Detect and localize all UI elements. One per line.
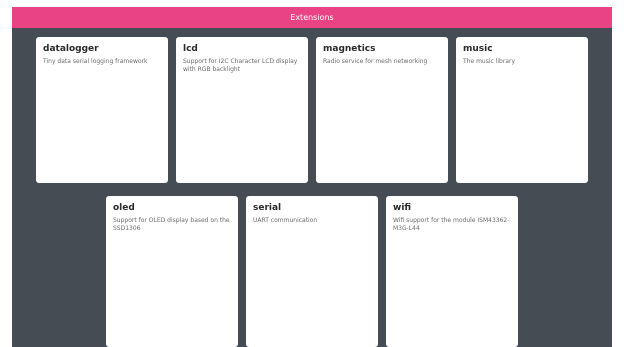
extension-card-description: Support for OLED display based on the SS… — [113, 217, 230, 232]
extensions-dialog: Extensions datalogger Tiny data serial l… — [12, 7, 612, 347]
extension-card-title: serial — [253, 203, 282, 213]
dialog-header: Extensions — [12, 7, 612, 28]
extension-card-music[interactable]: music The music library — [456, 37, 588, 183]
extension-card-description: UART communication — [253, 217, 318, 224]
extension-card-title: datalogger — [43, 44, 99, 54]
extension-card-title: lcd — [183, 44, 198, 54]
extension-card-title: wifi — [393, 203, 412, 213]
extension-card-description: Support for I2C Character LCD display wi… — [183, 58, 298, 73]
extension-card-magnetics[interactable]: magnetics Radio service for mesh network… — [316, 37, 448, 183]
dialog-title: Extensions — [290, 13, 334, 22]
extension-card-description: Wifi support for the module ISM43362-M3G… — [393, 217, 510, 232]
extension-card-description: The music library — [463, 58, 516, 65]
extension-card-wifi[interactable]: wifi Wifi support for the module ISM4336… — [386, 196, 518, 347]
extension-card-datalogger[interactable]: datalogger Tiny data serial logging fram… — [36, 37, 168, 183]
extension-card-serial[interactable]: serial UART communication — [246, 196, 378, 347]
extension-card-title: magnetics — [323, 44, 376, 54]
extension-card-description: Radio service for mesh networking — [323, 58, 428, 65]
extension-card-description: Tiny data serial logging framework — [43, 58, 148, 65]
extension-card-title: music — [463, 44, 493, 54]
extension-card-oled[interactable]: oled Support for OLED display based on t… — [106, 196, 238, 347]
extension-card-title: oled — [113, 203, 135, 213]
extension-card-lcd[interactable]: lcd Support for I2C Character LCD displa… — [176, 37, 308, 183]
